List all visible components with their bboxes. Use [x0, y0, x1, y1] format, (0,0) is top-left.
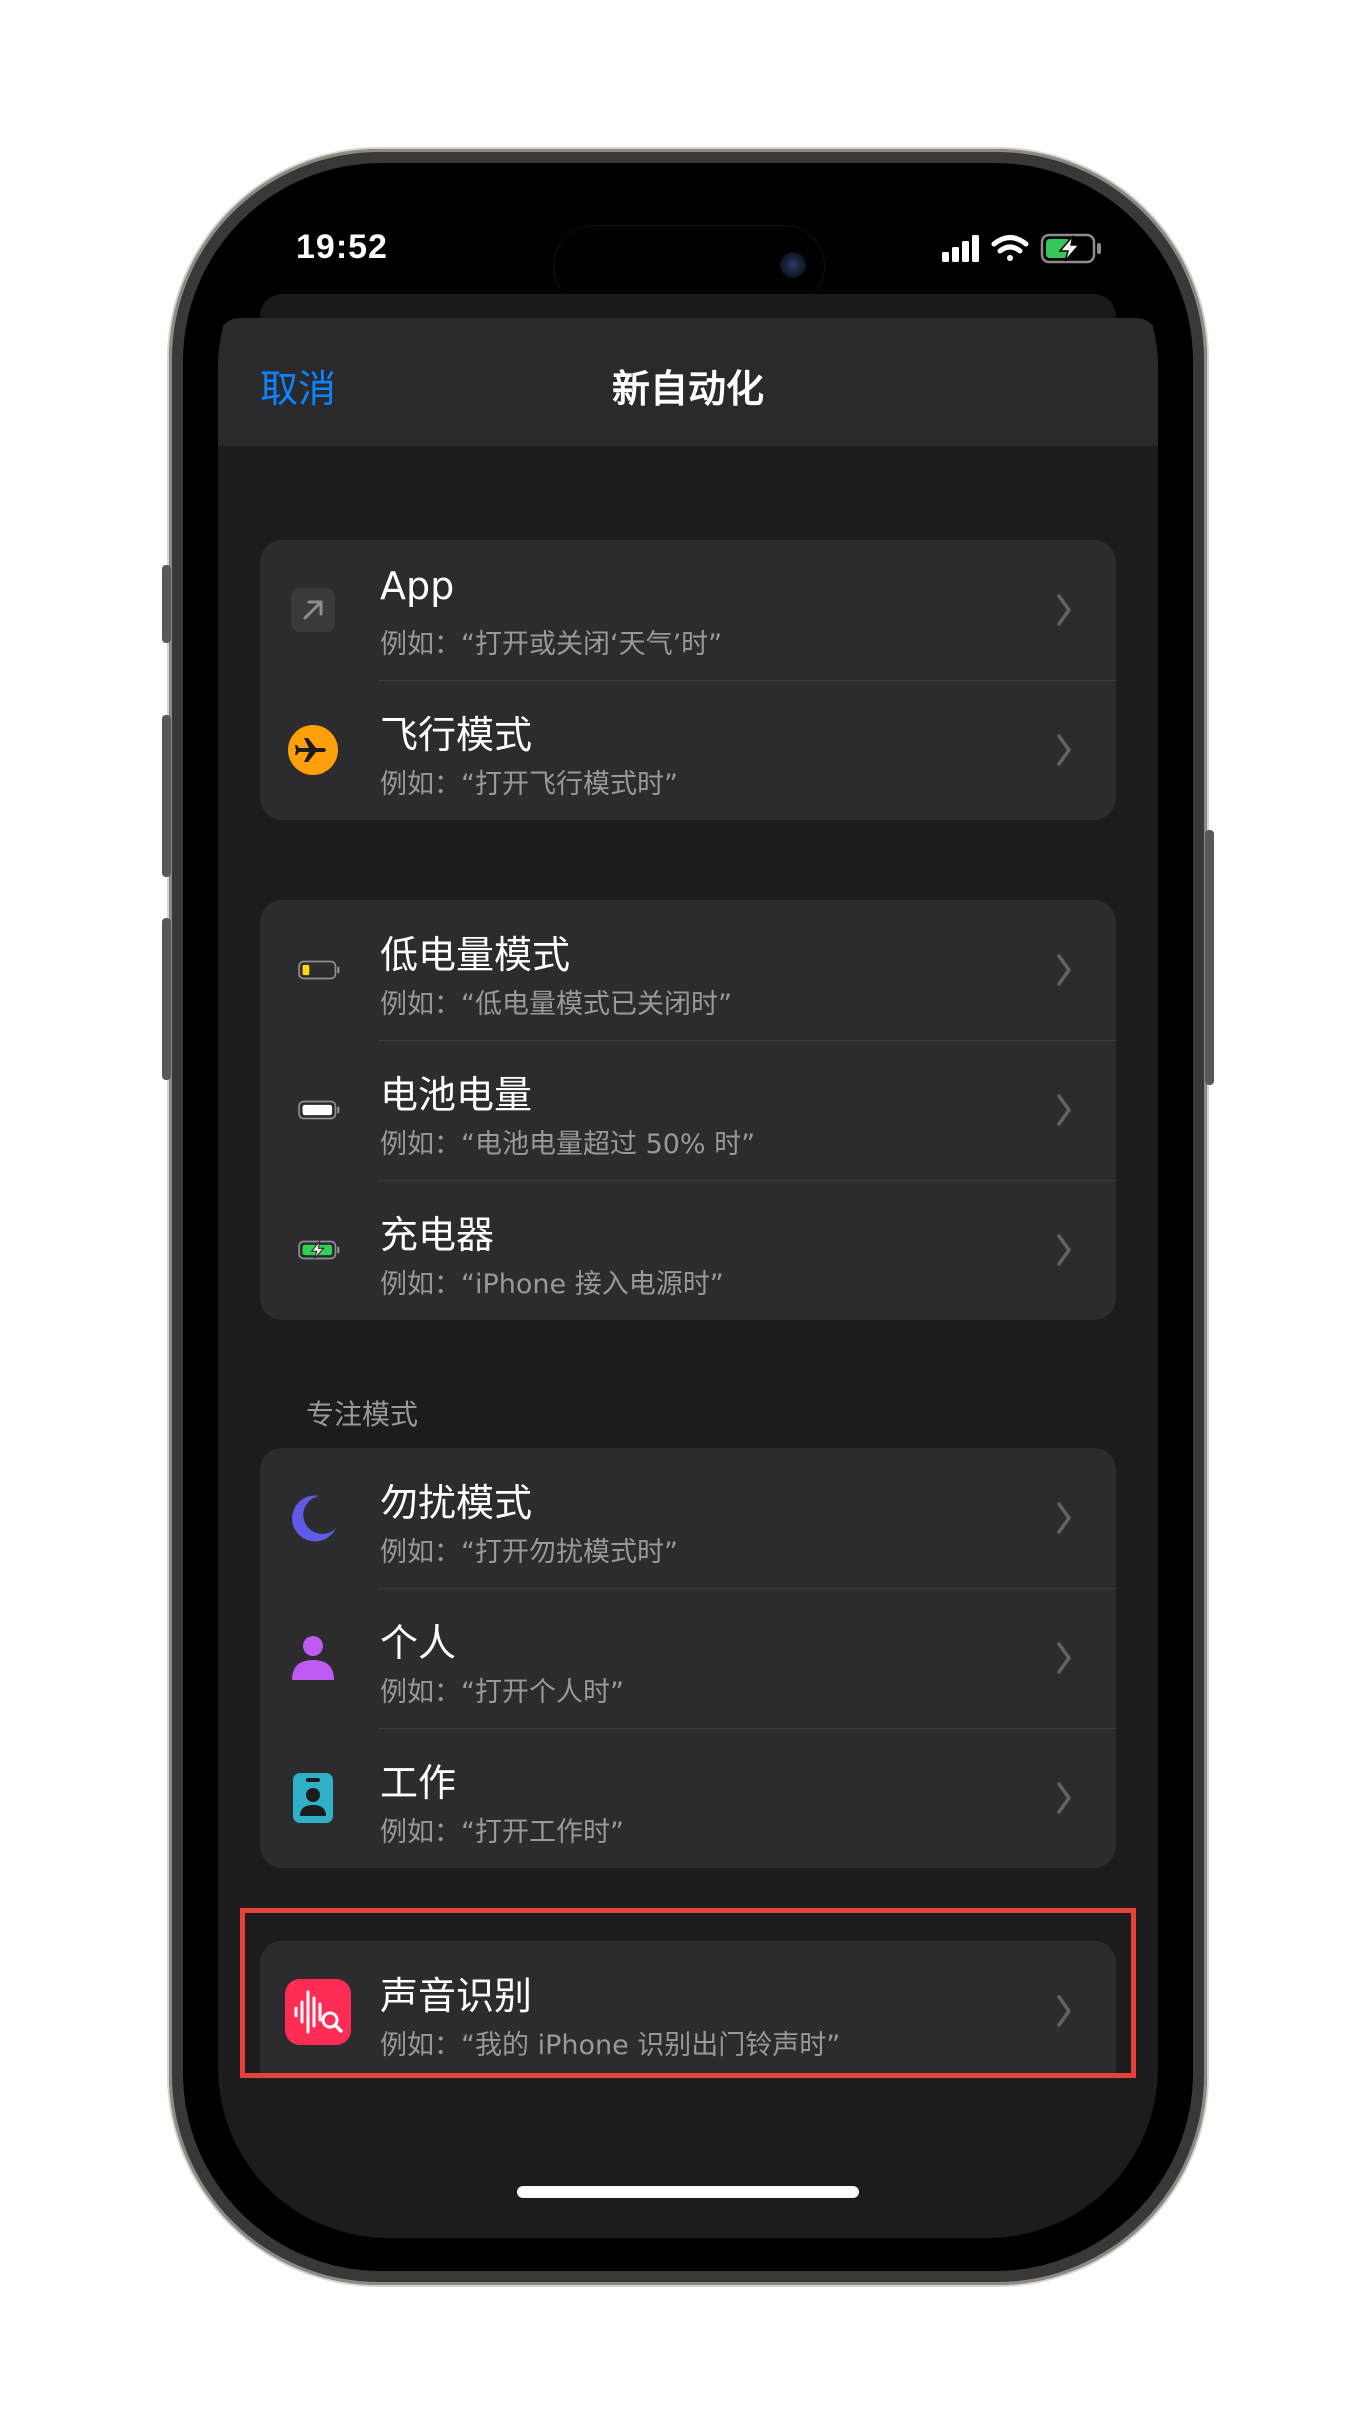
row-subtitle: 例如：“打开飞行模式时”	[380, 769, 678, 800]
volume-up-button	[162, 715, 171, 877]
row-title: 勿扰模式	[380, 1481, 533, 1525]
chevron-right-icon	[1057, 1642, 1071, 1674]
new-automation-sheet: 取消 新自动化 App 例如：“打开或关闭‘天气’时” 飞行模式 例如：“打开飞…	[218, 318, 1158, 2238]
chevron-right-icon	[1057, 954, 1071, 986]
row-title: 个人	[380, 1621, 457, 1665]
chevron-right-icon	[1057, 1502, 1071, 1534]
charging-battery-icon	[286, 1223, 340, 1277]
page-title: 新自动化	[611, 367, 764, 411]
status-bar: 19:52	[218, 198, 1158, 306]
chevron-right-icon	[1057, 734, 1071, 766]
wifi-icon	[991, 235, 1029, 261]
row-subtitle: 例如：“打开个人时”	[380, 1677, 624, 1708]
app-arrow-icon	[286, 583, 340, 637]
silent-switch	[162, 565, 171, 643]
list-item-battery-level[interactable]: 电池电量 例如：“电池电量超过 50% 时”	[260, 1040, 1116, 1180]
navigation-bar: 取消 新自动化	[218, 318, 1158, 446]
side-button	[1205, 830, 1214, 1085]
battery-charging-status-icon	[1040, 233, 1101, 264]
chevron-right-icon	[1057, 1094, 1071, 1126]
chevron-right-icon	[1057, 594, 1071, 626]
low-battery-icon	[286, 943, 340, 997]
person-icon	[286, 1631, 340, 1685]
group-battery: 低电量模式 例如：“低电量模式已关闭时” 电池电量 例如：“电池电量超过 50%…	[260, 900, 1116, 1320]
list-item-charger[interactable]: 充电器 例如：“iPhone 接入电源时”	[260, 1180, 1116, 1320]
cellular-signal-icon	[942, 235, 979, 262]
status-icons	[940, 228, 1120, 268]
row-title: 飞行模式	[380, 713, 533, 757]
list-item-low-power-mode[interactable]: 低电量模式 例如：“低电量模式已关闭时”	[260, 900, 1116, 1040]
group-app-airplane: App 例如：“打开或关闭‘天气’时” 飞行模式 例如：“打开飞行模式时”	[260, 540, 1116, 820]
group-focus: 勿扰模式 例如：“打开勿扰模式时” 个人 例如：“打开个人时” 工作 例如：“打…	[260, 1448, 1116, 1868]
row-title: 电池电量	[380, 1073, 533, 1117]
row-title: 工作	[380, 1761, 457, 1805]
list-item-work[interactable]: 工作 例如：“打开工作时”	[260, 1728, 1116, 1868]
list-item-app[interactable]: App 例如：“打开或关闭‘天气’时”	[260, 540, 1116, 680]
highlight-box	[240, 1908, 1136, 2078]
moon-icon	[286, 1491, 340, 1545]
home-indicator[interactable]	[517, 2186, 859, 2198]
row-subtitle: 例如：“电池电量超过 50% 时”	[380, 1129, 756, 1160]
row-subtitle: 例如：“打开工作时”	[380, 1817, 624, 1848]
battery-icon	[286, 1083, 340, 1137]
status-time: 19:52	[296, 228, 388, 266]
row-title: 低电量模式	[380, 933, 571, 977]
row-subtitle: 例如：“打开勿扰模式时”	[380, 1537, 678, 1568]
list-item-personal[interactable]: 个人 例如：“打开个人时”	[260, 1588, 1116, 1728]
airplane-icon	[286, 723, 340, 777]
id-badge-icon	[286, 1771, 340, 1825]
screen: 19:52 取消 新自动化 App 例如：“打开或关闭‘天气’时” 飞行模式 例…	[218, 198, 1158, 2238]
front-camera	[780, 252, 806, 278]
volume-down-button	[162, 918, 171, 1080]
list-item-do-not-disturb[interactable]: 勿扰模式 例如：“打开勿扰模式时”	[260, 1448, 1116, 1588]
chevron-right-icon	[1057, 1782, 1071, 1814]
row-subtitle: 例如：“打开或关闭‘天气’时”	[380, 629, 723, 660]
section-header-focus: 专注模式	[306, 1398, 419, 1431]
row-title: 充电器	[380, 1213, 495, 1257]
chevron-right-icon	[1057, 1234, 1071, 1266]
row-subtitle: 例如：“低电量模式已关闭时”	[380, 989, 732, 1020]
row-title: App	[380, 564, 455, 608]
list-item-airplane-mode[interactable]: 飞行模式 例如：“打开飞行模式时”	[260, 680, 1116, 820]
row-subtitle: 例如：“iPhone 接入电源时”	[380, 1269, 724, 1300]
